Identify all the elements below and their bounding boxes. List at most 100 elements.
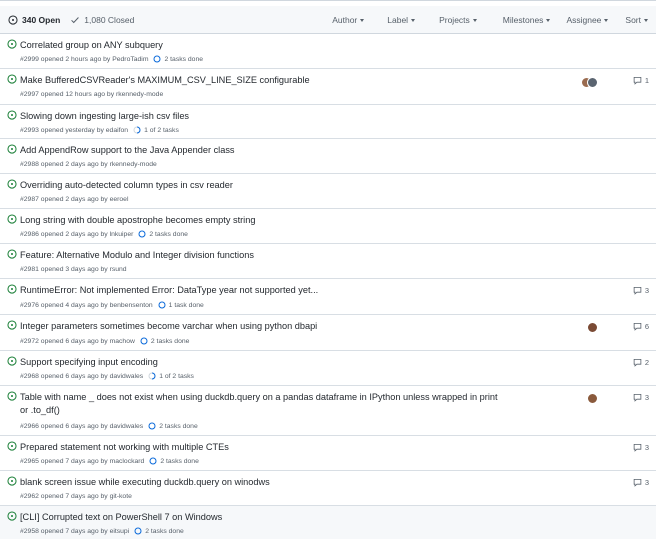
comment-icon [633, 444, 642, 452]
issue-row[interactable]: Long string with double apostrophe becom… [0, 209, 656, 244]
issue-title-link[interactable]: Table with name _ does not exist when us… [20, 391, 500, 417]
task-progress: 1 of 2 tasks [133, 126, 179, 134]
task-progress-icon [134, 527, 142, 535]
check-icon [71, 16, 80, 23]
chevron-down-icon [546, 19, 551, 22]
issue-meta: #2997 opened 12 hours ago by rkennedy-mo… [20, 91, 163, 98]
closed-issues-toggle[interactable]: 1,080 Closed [70, 15, 134, 25]
open-issues-toggle[interactable]: 340 Open [8, 15, 60, 25]
issue-meta: #2999 opened 2 hours ago by PedroTadim 2… [20, 55, 203, 63]
comments-link[interactable]: 3 [633, 393, 649, 402]
issue-title-link[interactable]: Long string with double apostrophe becom… [20, 214, 255, 227]
task-progress-text: 2 tasks done [149, 230, 188, 238]
issue-meta-text: #2997 opened 12 hours ago by rkennedy-mo… [20, 91, 164, 98]
issue-meta: #2972 opened 6 days ago by machow 2 task… [20, 337, 189, 345]
chevron-down-icon [411, 19, 416, 22]
issue-meta: #2968 opened 6 days ago by davidwales 1 … [20, 372, 194, 380]
label-filter-label: Label [387, 15, 409, 25]
task-progress-text: 2 tasks done [160, 457, 199, 465]
issue-title-link[interactable]: Feature: Alternative Modulo and Integer … [20, 249, 254, 262]
comments-link[interactable]: 3 [633, 443, 649, 452]
issue-meta: #2958 opened 7 days ago by eitsupi 2 tas… [20, 527, 184, 535]
issue-opened-icon [7, 356, 17, 366]
issue-row[interactable]: Overriding auto-detected column types in… [0, 174, 656, 209]
issue-title-link[interactable]: [CLI] Corrupted text on PowerShell 7 on … [20, 511, 222, 524]
issue-meta: #2986 opened 2 days ago by lnkuiper 2 ta… [20, 230, 188, 238]
issue-row[interactable]: Integer parameters sometimes become varc… [0, 315, 656, 351]
issue-row[interactable]: Support specifying input encoding #2968 … [0, 351, 656, 386]
issue-row[interactable]: Feature: Alternative Modulo and Integer … [0, 244, 656, 279]
assignee-filter[interactable]: Assignee [566, 15, 609, 25]
issue-row[interactable]: Make BufferedCSVReader's MAXIMUM_CSV_LIN… [0, 69, 656, 105]
issue-title-link[interactable]: Overriding auto-detected column types in… [20, 179, 233, 192]
task-progress-text: 1 task done [168, 301, 204, 309]
issue-meta: #2987 opened 2 days ago by eeroel [20, 196, 128, 203]
issue-row[interactable]: Add AppendRow support to the Java Append… [0, 139, 656, 174]
task-progress-text: 2 tasks done [145, 527, 184, 535]
task-progress: 2 tasks done [153, 55, 203, 63]
issue-row[interactable]: RuntimeError: Not implemented Error: Dat… [0, 279, 656, 315]
task-progress-icon [158, 301, 166, 309]
issue-title-link[interactable]: Slowing down ingesting large-ish csv fil… [20, 110, 189, 123]
author-filter[interactable]: Author [332, 15, 365, 25]
comments-link[interactable]: 2 [633, 358, 649, 367]
issue-meta-text: #2958 opened 7 days ago by eitsupi [20, 527, 130, 535]
issue-opened-icon [8, 14, 18, 25]
issue-meta-text: #2976 opened 4 days ago by benbensenton [20, 301, 153, 309]
issue-meta: #2966 opened 6 days ago by davidwales 2 … [20, 422, 198, 430]
task-progress-text: 1 of 2 tasks [159, 372, 194, 380]
issue-row[interactable]: Slowing down ingesting large-ish csv fil… [0, 105, 656, 139]
closed-count-label: 1,080 Closed [84, 14, 135, 25]
comment-count: 2 [644, 358, 649, 367]
comment-count: 1 [644, 76, 649, 85]
comment-icon [633, 323, 642, 331]
issue-row[interactable]: Prepared statement not working with mult… [0, 436, 656, 471]
issue-opened-icon [7, 144, 17, 154]
comment-icon [633, 359, 642, 367]
assignee-avatar[interactable] [587, 322, 598, 333]
issue-title-link[interactable]: Support specifying input encoding [20, 356, 158, 369]
comment-icon [633, 394, 642, 402]
issue-title-link[interactable]: Integer parameters sometimes become varc… [20, 320, 317, 333]
issue-row[interactable]: Correlated group on ANY subquery #2999 o… [0, 34, 656, 69]
chevron-down-icon [472, 19, 477, 22]
task-progress-text: 2 tasks done [159, 422, 198, 430]
issue-meta-text: #2965 opened 7 days ago by maclockard [20, 457, 145, 465]
comment-count: 6 [644, 322, 649, 331]
issue-meta: #2988 opened 2 days ago by rkennedy-mode [20, 161, 157, 168]
comments-link[interactable]: 6 [633, 322, 649, 331]
issue-title-link[interactable]: Prepared statement not working with mult… [20, 441, 229, 454]
task-progress-icon [148, 372, 156, 380]
issue-meta-text: #2987 opened 2 days ago by eeroel [20, 196, 129, 203]
comments-link[interactable]: 1 [633, 76, 649, 85]
issue-row[interactable]: blank screen issue while executing duckd… [0, 471, 656, 506]
comments-link[interactable]: 3 [633, 478, 649, 487]
issue-title-link[interactable]: Add AppendRow support to the Java Append… [20, 144, 235, 157]
issue-meta: #2962 opened 7 days ago by git-kote [20, 493, 132, 500]
issue-row[interactable]: [CLI] Corrupted text on PowerShell 7 on … [0, 506, 656, 539]
issue-opened-icon [7, 74, 17, 84]
issue-meta-text: #2981 opened 3 days ago by rsund [20, 266, 127, 273]
comments-link[interactable]: 3 [633, 286, 649, 295]
milestones-filter[interactable]: Milestones [503, 15, 551, 25]
issue-title-link[interactable]: Make BufferedCSVReader's MAXIMUM_CSV_LIN… [20, 74, 310, 87]
assignee-avatar[interactable] [587, 77, 598, 88]
issue-meta-text: #2999 opened 2 hours ago by PedroTadim [20, 55, 149, 63]
issue-row[interactable]: Table with name _ does not exist when us… [0, 386, 656, 436]
sort-filter[interactable]: Sort [625, 15, 648, 25]
issue-opened-icon [7, 284, 17, 294]
projects-filter-label: Projects [439, 15, 470, 25]
assignee-avatar[interactable] [587, 393, 598, 404]
task-progress-text: 2 tasks done [150, 337, 190, 345]
issue-opened-icon [7, 441, 17, 451]
issue-title-link[interactable]: RuntimeError: Not implemented Error: Dat… [20, 284, 318, 297]
label-filter[interactable]: Label [387, 15, 416, 25]
issue-meta: #2993 opened yesterday by edaifon 1 of 2… [20, 126, 179, 134]
issue-title-link[interactable]: blank screen issue while executing duckd… [20, 476, 270, 489]
comment-icon [633, 287, 642, 295]
task-progress-text: 1 of 2 tasks [144, 126, 179, 134]
projects-filter[interactable]: Projects [439, 15, 477, 25]
issue-meta-text: #2968 opened 6 days ago by davidwales [20, 372, 144, 380]
issue-title-link[interactable]: Correlated group on ANY subquery [20, 39, 163, 52]
issue-meta-text: #2993 opened yesterday by edaifon [20, 126, 129, 134]
